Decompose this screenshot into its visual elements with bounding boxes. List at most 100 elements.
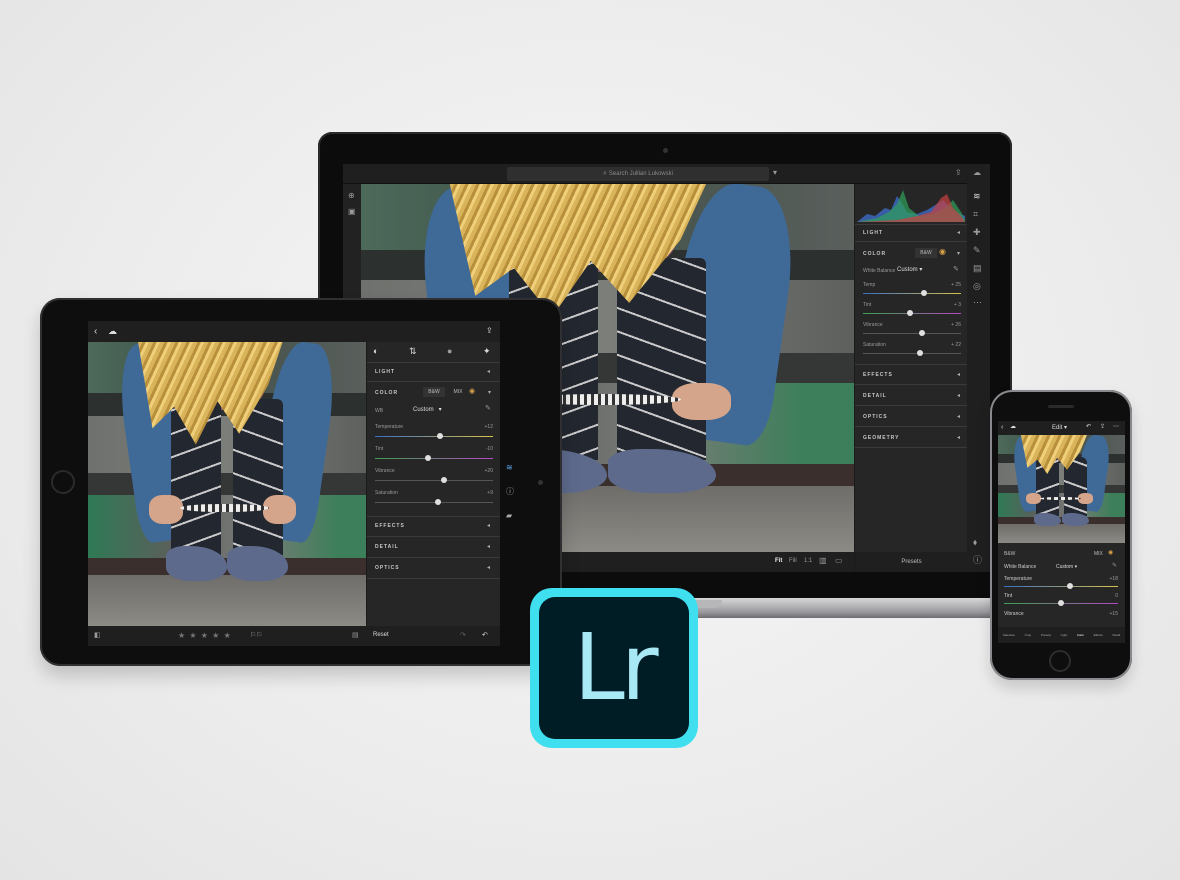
toolbar-selective[interactable]: Selective — [1003, 633, 1015, 637]
share-icon[interactable]: ⇪ — [955, 169, 962, 177]
chevron-light-icon[interactable]: ◂ — [487, 368, 490, 375]
rating-stars[interactable]: ★ ★ ★ ★ ★ — [178, 631, 232, 640]
section-color[interactable]: COLOR — [863, 251, 886, 257]
fill-button[interactable]: Fill — [789, 558, 797, 564]
slider-knob[interactable] — [917, 350, 923, 356]
mask-icon[interactable]: ● — [447, 347, 452, 356]
before-after-icon[interactable]: ▤ — [352, 632, 359, 639]
slider-knob[interactable] — [921, 290, 927, 296]
add-photo-icon[interactable]: ⊕ — [348, 192, 355, 200]
back-icon[interactable]: ‹ — [1001, 424, 1003, 431]
section-detail[interactable]: DETAIL — [375, 544, 399, 550]
white-balance-select[interactable]: Custom ▾ — [897, 266, 922, 273]
slider-knob[interactable] — [907, 310, 913, 316]
chevron-color-icon[interactable]: ▾ — [488, 389, 491, 396]
section-optics[interactable]: OPTICS — [863, 414, 888, 420]
fit-button[interactable]: Fit — [775, 558, 782, 564]
bw-button[interactable]: B&W — [423, 387, 445, 397]
flag-icon[interactable]: ⚐⚐ — [250, 632, 263, 639]
section-optics[interactable]: OPTICS — [375, 565, 400, 571]
slider-knob[interactable] — [425, 455, 431, 461]
presets-button[interactable]: Presets — [855, 552, 968, 572]
mix-button[interactable]: MIX — [449, 387, 467, 397]
slider-knob[interactable] — [435, 499, 441, 505]
edit-mode-select[interactable]: Edit ▾ — [1052, 424, 1067, 431]
more-icon[interactable]: ⋯ — [973, 298, 982, 307]
share-icon[interactable]: ⇪ — [486, 327, 493, 335]
linear-gradient-icon[interactable]: ▤ — [973, 264, 982, 273]
eyedropper-icon[interactable]: ✎ — [485, 405, 491, 412]
more-icon[interactable]: ⋯ — [1113, 424, 1119, 430]
section-light[interactable]: LIGHT — [863, 230, 883, 236]
section-light[interactable]: LIGHT — [375, 369, 395, 375]
slider-value: +18 — [1109, 576, 1118, 582]
info-icon[interactable]: ⓘ — [506, 488, 514, 496]
toolbar-light[interactable]: Light — [1061, 633, 1068, 637]
bw-button[interactable]: B&W — [915, 248, 937, 258]
edit-sliders-icon[interactable]: ⇅ — [409, 347, 417, 356]
slider-knob[interactable] — [919, 330, 925, 336]
toolbar-color[interactable]: Color — [1077, 633, 1084, 637]
eyedropper-icon[interactable]: ✎ — [1112, 563, 1117, 569]
tag-icon[interactable]: ⬧ — [973, 538, 977, 547]
chevron-optics-icon[interactable]: ◂ — [487, 564, 490, 571]
back-icon[interactable]: ‹ — [94, 327, 97, 337]
cloud-icon[interactable]: ☁ — [108, 327, 117, 336]
filter-icon[interactable]: ▾ — [773, 169, 777, 177]
info-icon[interactable]: ⓘ — [973, 556, 982, 565]
chevron-color-icon[interactable]: ▾ — [957, 250, 960, 257]
slider-knob[interactable] — [441, 477, 447, 483]
section-color[interactable]: COLOR — [375, 390, 398, 396]
panel-toggle-icon[interactable]: ◧ — [94, 632, 101, 639]
cloud-icon[interactable]: ☁ — [1010, 424, 1016, 430]
reset-button[interactable]: Reset — [373, 632, 389, 638]
search-input[interactable]: ⌕ Search Jullian Lukowski — [507, 167, 769, 181]
edit-sliders-icon[interactable]: ≋ — [973, 192, 981, 201]
brush-icon[interactable]: ✎ — [973, 246, 981, 255]
section-detail[interactable]: DETAIL — [863, 393, 887, 399]
slider-knob[interactable] — [1067, 583, 1073, 589]
auto-icon[interactable]: ✦ — [483, 347, 491, 356]
crop-icon[interactable]: ⌗ — [973, 210, 978, 219]
chevron-geometry-icon[interactable]: ◂ — [957, 434, 960, 441]
color-mix-icon[interactable]: ◉ — [1108, 550, 1113, 556]
toolbar-crop[interactable]: Crop — [1025, 633, 1032, 637]
chevron-effects-icon[interactable]: ◂ — [487, 522, 490, 529]
redo-icon[interactable]: ↷ — [460, 632, 466, 639]
share-icon[interactable]: ⇪ — [1100, 424, 1105, 430]
eyedropper-icon[interactable]: ✎ — [953, 266, 959, 273]
tablet-photo[interactable] — [88, 342, 366, 626]
filmstrip-icon[interactable]: ▭ — [835, 557, 843, 565]
one-to-one-button[interactable]: 1:1 — [804, 558, 812, 564]
chevron-effects-icon[interactable]: ◂ — [957, 371, 960, 378]
compare-icon[interactable]: ▥ — [819, 557, 827, 565]
library-icon[interactable]: ▣ — [348, 208, 356, 216]
white-balance-select[interactable]: Custom ▾ — [1056, 564, 1077, 570]
healing-brush-icon[interactable]: ✚ — [973, 228, 981, 237]
color-mix-icon[interactable]: ◉ — [469, 388, 475, 395]
comment-icon[interactable]: ▰ — [506, 512, 512, 520]
slider-knob[interactable] — [1058, 600, 1064, 606]
section-effects[interactable]: EFFECTS — [375, 523, 405, 529]
radial-gradient-icon[interactable]: ◎ — [973, 282, 981, 291]
section-geometry[interactable]: GEOMETRY — [863, 435, 899, 441]
bw-button[interactable]: B&W — [1004, 551, 1015, 557]
phone-photo[interactable] — [998, 435, 1125, 543]
slider-knob[interactable] — [437, 433, 443, 439]
undo-icon[interactable]: ↶ — [1086, 424, 1091, 430]
edit-sliders-icon[interactable]: ≋ — [506, 464, 513, 472]
chevron-optics-icon[interactable]: ◂ — [957, 413, 960, 420]
wb-select[interactable]: Custom ▾ — [413, 406, 442, 413]
undo-icon[interactable]: ↶ — [482, 632, 488, 639]
cloud-icon[interactable]: ☁ — [973, 169, 981, 177]
section-effects[interactable]: EFFECTS — [863, 372, 893, 378]
mix-button[interactable]: MIX — [1094, 551, 1103, 557]
color-mix-icon[interactable]: ◉ — [939, 248, 946, 256]
toolbar-presets[interactable]: Presets — [1041, 633, 1051, 637]
chevron-detail-icon[interactable]: ◂ — [487, 543, 490, 550]
toolbar-effects[interactable]: Effects — [1094, 633, 1103, 637]
chevron-detail-icon[interactable]: ◂ — [957, 392, 960, 399]
chevron-light-icon[interactable]: ◂ — [957, 229, 960, 236]
toolbar-detail[interactable]: Detail — [1112, 633, 1120, 637]
presets-icon[interactable]: ◐ — [373, 347, 378, 356]
